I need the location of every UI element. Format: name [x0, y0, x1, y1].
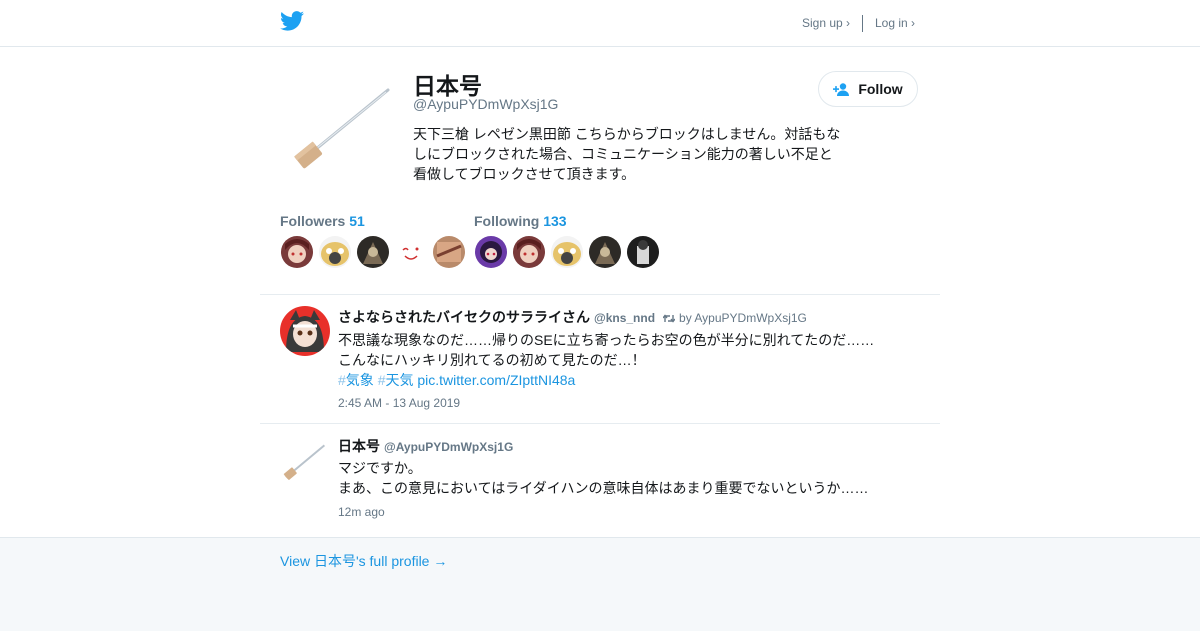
hashtag-link[interactable]: #天気 [378, 372, 414, 388]
tweet-links: #気象 #天気 pic.twitter.com/ZIpttNI48a [338, 370, 898, 390]
tweet-header: 日本号 @AypuPYDmWpXsj1G [338, 436, 513, 456]
tweet-line: マジですか。 [338, 460, 422, 476]
following-avatars [475, 236, 659, 268]
tweet-author-handle[interactable]: @AypuPYDmWpXsj1G [384, 440, 513, 454]
follower-avatar[interactable] [433, 236, 465, 268]
tweet-line: こんなにハッキリ別れてるの初めて見たのだ…！ [338, 352, 646, 368]
tweet-line: まあ、この意見においてはライダイハンの意味自体はあまり重要でないというか…… [338, 480, 869, 496]
twitter-bird-icon[interactable] [280, 11, 304, 31]
follower-avatar[interactable] [319, 236, 351, 268]
profile-avatar[interactable] [280, 74, 390, 184]
login-link[interactable]: Log in › [875, 16, 915, 30]
follower-avatar[interactable] [395, 236, 427, 268]
retweet-indicator: by AypuPYDmWpXsj1G [662, 311, 807, 325]
follow-button[interactable]: Follow [818, 71, 918, 107]
following-avatar[interactable] [627, 236, 659, 268]
tweet-avatar[interactable] [280, 436, 330, 486]
following-stat[interactable]: Following 133 [474, 213, 567, 229]
following-avatar[interactable] [513, 236, 545, 268]
tweet-author-name[interactable]: 日本号 [338, 438, 380, 454]
following-avatar[interactable] [589, 236, 621, 268]
followers-label: Followers [280, 213, 346, 229]
followers-stat[interactable]: Followers 51 [280, 213, 365, 229]
tweet-timestamp[interactable]: 2:45 AM - 13 Aug 2019 [338, 396, 460, 410]
following-count: 133 [543, 213, 567, 229]
following-label: Following [474, 213, 540, 229]
hashtag-link[interactable]: #気象 [338, 372, 374, 388]
follower-avatar[interactable] [357, 236, 389, 268]
followers-count: 51 [349, 213, 365, 229]
tweet-line: 不思議な現象なのだ……帰りのSEに立ち寄ったらお空の色が半分に別れてたのだ…… [338, 332, 875, 348]
following-avatar[interactable] [551, 236, 583, 268]
nav-separator [862, 15, 863, 32]
following-avatar[interactable] [475, 236, 507, 268]
tweet-text: マジですか。 まあ、この意見においてはライダイハンの意味自体はあまり重要でないと… [338, 458, 898, 498]
tweet-text: 不思議な現象なのだ……帰りのSEに立ち寄ったらお空の色が半分に別れてたのだ…… … [338, 330, 898, 390]
tweet-divider [260, 423, 940, 424]
pic-link[interactable]: pic.twitter.com/ZIpttNI48a [417, 372, 575, 388]
follow-label: Follow [858, 81, 903, 97]
tweet-author-name[interactable]: さよならされたバイセクのサラライさん [338, 309, 590, 325]
tweet-avatar[interactable] [280, 306, 330, 356]
top-bar: Sign up › Log in › [0, 0, 1200, 47]
retweeted-by: by AypuPYDmWpXsj1G [679, 311, 807, 325]
follower-avatar[interactable] [281, 236, 313, 268]
footer: View 日本号's full profile → [0, 537, 1200, 631]
tweet-header: さよならされたバイセクのサラライさん @kns_nnd by AypuPYDmWpX… [338, 307, 807, 327]
tweet-author-handle[interactable]: @kns_nnd [594, 311, 655, 325]
full-profile-link[interactable]: View 日本号's full profile → [280, 551, 447, 571]
tweet-timestamp[interactable]: 12m ago [338, 505, 385, 519]
retweet-icon [662, 314, 676, 323]
profile-bio: 天下三槍 レペゼン黒田節 こちらからブロックはしません。対話もなしにブロックされ… [413, 126, 841, 182]
signup-link[interactable]: Sign up › [802, 16, 850, 30]
profile-handle[interactable]: @AypuPYDmWpXsj1G [413, 96, 558, 112]
add-user-icon [833, 82, 850, 96]
followers-avatars [281, 236, 465, 268]
section-divider [260, 294, 940, 295]
